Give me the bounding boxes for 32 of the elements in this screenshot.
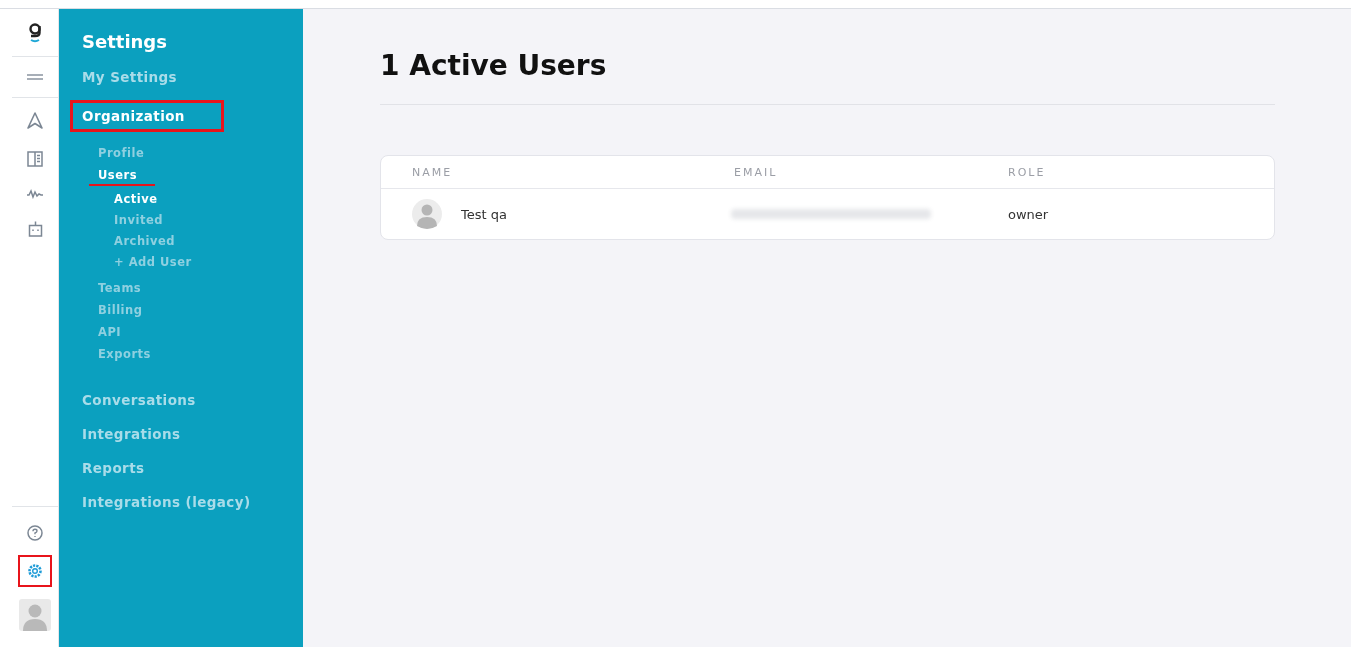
sidebar-item[interactable]: Integrations (legacy) [82,494,251,510]
sidebar-subitem[interactable]: Invited [114,213,163,227]
table-cell-text: owner [1008,206,1050,222]
column-header: EMAIL [734,165,779,179]
sidebar-subitem[interactable]: Teams [98,281,142,295]
sidebar-item[interactable]: My Settings [82,69,178,85]
activity-icon[interactable] [27,189,43,199]
menu-icon[interactable] [27,74,43,80]
settings-icon[interactable] [27,563,43,579]
sidebar-subitem[interactable]: Exports [98,347,151,361]
sidebar-title: Settings [82,31,167,52]
sidebar-subitem[interactable]: Users [89,168,155,186]
book-icon[interactable] [27,151,43,167]
column-header: ROLE [1008,165,1047,179]
sidebar-subitem[interactable]: Billing [98,303,143,317]
help-icon[interactable] [27,525,43,541]
sidebar-item[interactable]: Reports [82,460,145,476]
sidebar-subitem[interactable]: + Add User [114,255,192,269]
sidebar-subitem[interactable]: Profile [98,146,145,160]
sidebar-item[interactable]: Conversations [82,392,196,408]
sidebar-subitem[interactable]: API [98,325,122,339]
robot-icon[interactable] [27,221,43,237]
sidebar-item[interactable]: Organization [82,108,185,124]
table-cell: Test qa [461,206,507,222]
navigation-arrow-icon[interactable] [27,112,43,129]
page-title: 1 Active Users [380,49,608,82]
sidebar-item[interactable]: Integrations [82,426,181,442]
column-header: NAME [412,165,454,179]
sidebar-subitem[interactable]: Archived [114,234,176,248]
avatar-icon [412,199,442,229]
logo-icon[interactable] [28,22,42,43]
sidebar-subitem[interactable]: Active [114,192,158,206]
